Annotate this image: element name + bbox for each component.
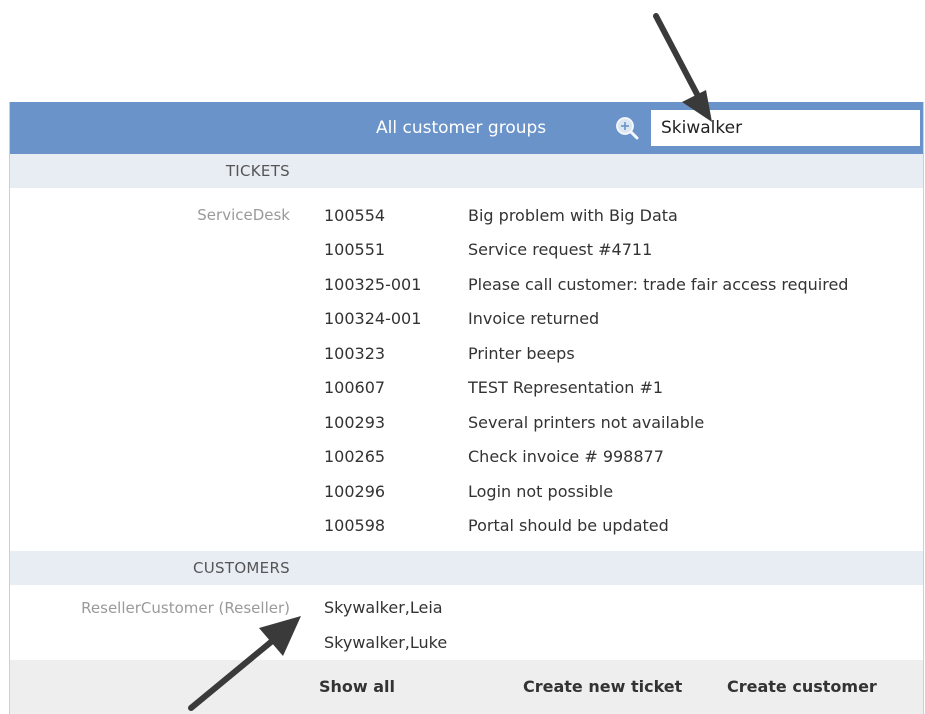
ticket-id: 100598 xyxy=(324,516,386,535)
ticket-subject: TEST Representation #1 xyxy=(468,378,664,397)
ticket-row[interactable]: 100551 Service request #4711 xyxy=(10,233,923,267)
search-results-panel: All customer groups TICKETS ServiceDesk … xyxy=(9,102,924,714)
ticket-row[interactable]: 100607 TEST Representation #1 xyxy=(10,371,923,405)
ticket-row[interactable]: 100554 Big problem with Big Data xyxy=(10,199,923,233)
ticket-subject: Login not possible xyxy=(468,482,614,501)
tickets-section-header: TICKETS xyxy=(10,154,923,188)
show-all-button[interactable]: Show all xyxy=(319,660,395,714)
ticket-subject: Printer beeps xyxy=(468,344,575,363)
customers-section-header: CUSTOMERS xyxy=(10,551,923,585)
customer-group-label: ResellerCustomer (Reseller) xyxy=(81,599,290,617)
ticket-row[interactable]: 100293 Several printers not available xyxy=(10,406,923,440)
ticket-subject: Please call customer: trade fair access … xyxy=(468,275,849,294)
ticket-id: 100296 xyxy=(324,482,386,501)
search-input[interactable] xyxy=(650,109,921,147)
ticket-row[interactable]: 100324-001 Invoice returned xyxy=(10,302,923,336)
customer-item[interactable]: Skywalker,Leia xyxy=(324,591,443,625)
ticket-id: 100607 xyxy=(324,378,386,397)
ticket-id: 100551 xyxy=(324,240,386,259)
create-ticket-button[interactable]: Create new ticket xyxy=(523,660,682,714)
ticket-row[interactable]: 100265 Check invoice # 998877 xyxy=(10,440,923,474)
ticket-id: 100324-001 xyxy=(324,309,422,328)
ticket-row[interactable]: 100325-001 Please call customer: trade f… xyxy=(10,268,923,302)
ticket-subject: Several printers not available xyxy=(468,413,705,432)
ticket-subject: Check invoice # 998877 xyxy=(468,447,664,466)
ticket-subject: Invoice returned xyxy=(468,309,600,328)
customer-group-selector[interactable]: All customer groups xyxy=(376,102,546,154)
ticket-id: 100323 xyxy=(324,344,386,363)
ticket-id: 100325-001 xyxy=(324,275,422,294)
customer-item[interactable]: Skywalker,Luke xyxy=(324,626,447,660)
ticket-row[interactable]: 100598 Portal should be updated xyxy=(10,509,923,543)
ticket-subject: Service request #4711 xyxy=(468,240,653,259)
ticket-row[interactable]: 100296 Login not possible xyxy=(10,475,923,509)
panel-footer: Show all Create new ticket Create custom… xyxy=(10,660,923,714)
ticket-subject: Big problem with Big Data xyxy=(468,206,678,225)
ticket-id: 100554 xyxy=(324,206,386,225)
create-customer-button[interactable]: Create customer xyxy=(727,660,877,714)
ticket-id: 100265 xyxy=(324,447,386,466)
ticket-subject: Portal should be updated xyxy=(468,516,669,535)
search-icon[interactable] xyxy=(614,115,640,141)
tickets-section-label: TICKETS xyxy=(225,162,290,180)
customers-section-label: CUSTOMERS xyxy=(192,559,290,577)
ticket-id: 100293 xyxy=(324,413,386,432)
ticket-row[interactable]: 100323 Printer beeps xyxy=(10,337,923,371)
panel-header: All customer groups xyxy=(10,102,923,154)
